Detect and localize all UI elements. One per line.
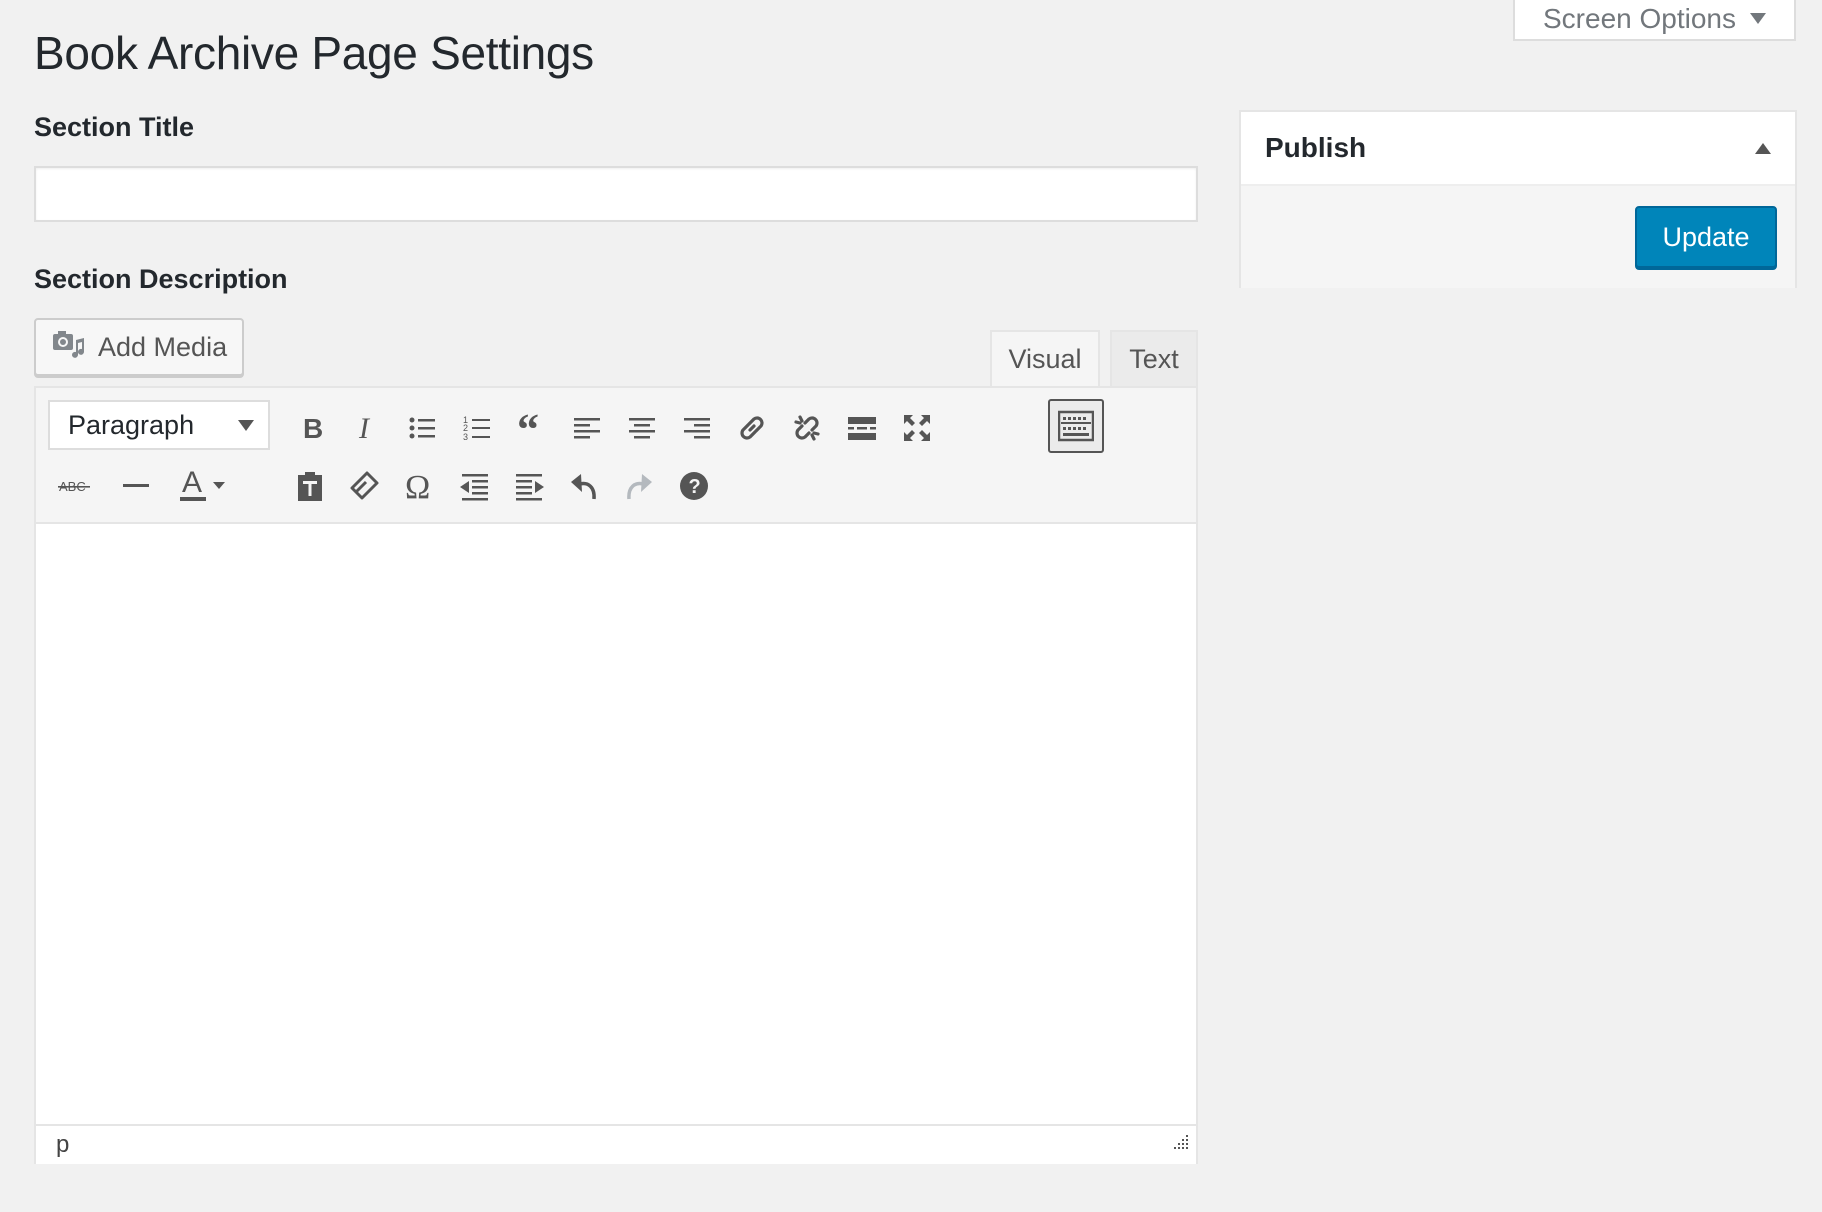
add-media-button[interactable]: Add Media [34, 318, 244, 376]
section-description-label: Section Description [34, 264, 288, 294]
strikethrough-icon: ABC [58, 479, 90, 494]
chevron-up-icon[interactable] [1755, 142, 1771, 154]
align-center-icon [629, 418, 655, 439]
eraser-icon [350, 471, 379, 500]
add-media-label: Add Media [98, 331, 228, 362]
align-right-button[interactable] [671, 402, 723, 454]
clipboard-icon [298, 472, 322, 501]
read-more-icon [848, 417, 876, 440]
add-media-icon [52, 328, 86, 367]
redo-icon [627, 474, 652, 500]
align-right-icon [684, 418, 710, 439]
svg-text:“: “ [517, 413, 539, 443]
increase-indent-button[interactable] [504, 460, 556, 512]
editor-status-bar: p [36, 1124, 1196, 1164]
unlink-icon [794, 415, 820, 441]
editor-content-area[interactable] [36, 524, 1196, 1124]
page-title: Book Archive Page Settings [34, 27, 594, 79]
text-color-icon: A [180, 466, 225, 501]
publish-actions: Update [1241, 186, 1795, 288]
section-title-input[interactable] [34, 166, 1198, 222]
page: Screen Options Book Archive Page Setting… [0, 0, 1822, 1212]
read-more-button[interactable] [836, 402, 888, 454]
clear-formatting-button[interactable] [338, 460, 390, 512]
insert-link-button[interactable] [726, 402, 778, 454]
publish-title: Publish [1265, 132, 1367, 163]
remove-link-button[interactable] [781, 402, 833, 454]
format-select-value: Paragraph [68, 409, 195, 440]
strikethrough-button[interactable]: ABC [48, 460, 100, 512]
svg-text:Ω: Ω [405, 470, 430, 502]
horizontal-line-button[interactable] [110, 460, 162, 512]
italic-icon: I [358, 413, 371, 443]
tab-text[interactable]: Text [1110, 330, 1198, 386]
bold-button[interactable]: B [286, 402, 338, 454]
help-icon: ? [680, 472, 708, 500]
update-button[interactable]: Update [1635, 206, 1777, 268]
publish-box: Publish Update [1239, 110, 1797, 288]
section-title-label: Section Title [34, 112, 195, 142]
special-character-button[interactable]: Ω [393, 460, 445, 512]
text-color-button[interactable]: A [176, 458, 228, 510]
toolbar-toggle-button[interactable] [1048, 399, 1104, 453]
italic-button[interactable]: I [341, 402, 393, 454]
svg-text:3: 3 [463, 432, 468, 442]
svg-text:B: B [303, 413, 323, 443]
resize-handle-icon[interactable] [1172, 1130, 1190, 1158]
publish-header[interactable]: Publish [1241, 112, 1795, 186]
keyboard-shortcuts-button[interactable]: ? [668, 460, 720, 512]
bulleted-list-icon [409, 417, 435, 439]
svg-text:?: ? [689, 476, 701, 498]
format-select[interactable]: Paragraph [48, 400, 270, 450]
fullscreen-button[interactable] [891, 402, 943, 454]
element-path[interactable]: p [56, 1131, 69, 1159]
editor-toolbar: Paragraph B I 1 2 3 “ ABC A Ω ? [36, 388, 1196, 524]
align-center-button[interactable] [616, 402, 668, 454]
tab-text-label: Text [1129, 343, 1179, 374]
outdent-icon [460, 474, 488, 501]
screen-options-label: Screen Options [1543, 2, 1736, 34]
link-icon [740, 416, 764, 440]
svg-text:A: A [182, 466, 202, 499]
omega-icon: Ω [405, 470, 430, 502]
tab-visual[interactable]: Visual [990, 330, 1100, 386]
editor: Paragraph B I 1 2 3 “ ABC A Ω ? p [34, 386, 1198, 1164]
bulleted-list-button[interactable] [396, 402, 448, 454]
undo-button[interactable] [558, 460, 610, 512]
align-left-button[interactable] [561, 402, 613, 454]
screen-options-button[interactable]: Screen Options [1513, 0, 1796, 41]
horizontal-line-icon [123, 484, 149, 487]
paste-as-text-button[interactable] [284, 460, 336, 512]
fullscreen-icon [904, 415, 930, 441]
blockquote-button[interactable]: “ [506, 402, 558, 454]
svg-text:I: I [358, 413, 371, 443]
numbered-list-icon: 1 2 3 [463, 415, 490, 442]
redo-button[interactable] [613, 460, 665, 512]
align-left-icon [574, 418, 600, 439]
chevron-down-icon [238, 419, 254, 431]
keyboard-icon [1058, 410, 1094, 442]
chevron-down-icon [1750, 13, 1766, 24]
decrease-indent-button[interactable] [448, 460, 500, 512]
numbered-list-button[interactable]: 1 2 3 [451, 402, 503, 454]
undo-icon [571, 474, 596, 500]
bold-icon: B [303, 413, 323, 443]
tab-visual-label: Visual [1008, 343, 1082, 374]
indent-icon [516, 474, 544, 501]
blockquote-icon: “ [517, 413, 539, 443]
